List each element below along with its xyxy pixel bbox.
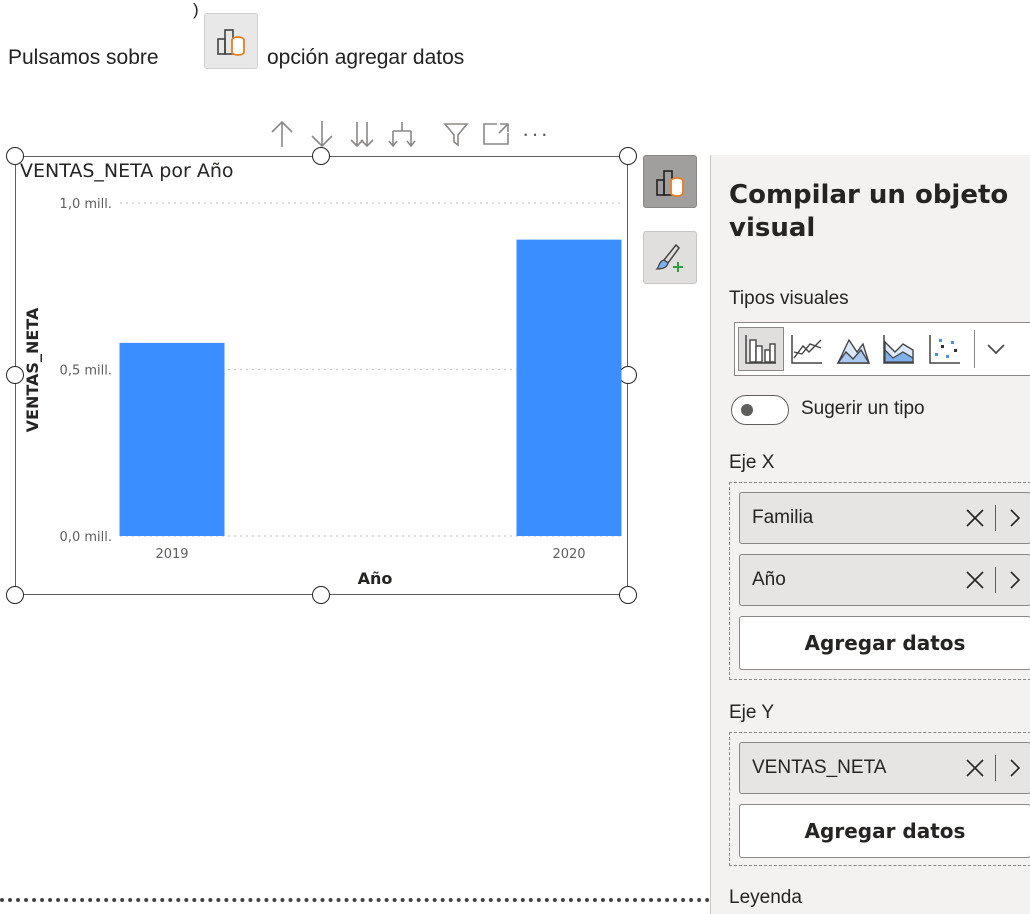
format-visual-icon xyxy=(655,243,683,272)
visual-types-divider xyxy=(974,330,975,368)
field-pill-ano[interactable]: Año xyxy=(739,554,1030,606)
build-visual-icon xyxy=(656,169,684,197)
x-tick-label: 2019 xyxy=(155,547,188,562)
field-pill-familia[interactable]: Familia xyxy=(739,492,1030,544)
visual-types-label: Tipos visuales xyxy=(729,288,849,309)
field-label: VENTAS_NETA xyxy=(752,757,887,778)
visual-types-gallery xyxy=(734,322,1030,376)
instruction-text-after: opción agregar datos xyxy=(267,46,465,69)
area-chart-icon[interactable] xyxy=(830,327,876,371)
expand-field-icon[interactable] xyxy=(1000,758,1030,778)
y-axis-label: Eje Y xyxy=(729,702,775,723)
chart-title: VENTAS_NETA por Año xyxy=(20,160,234,182)
y-tick-label: 0,0 mill. xyxy=(60,530,112,545)
page-divider xyxy=(0,898,710,902)
expand-next-level-icon[interactable] xyxy=(342,117,382,151)
y-tick-label: 0,5 mill. xyxy=(60,364,112,379)
expand-field-icon[interactable] xyxy=(1000,570,1030,590)
line-chart-icon[interactable] xyxy=(784,327,830,371)
field-divider xyxy=(995,755,996,781)
resize-handle-top-middle[interactable] xyxy=(312,147,330,165)
instruction-text-before: Pulsamos sobre xyxy=(8,46,159,69)
field-pill-ventas-neta[interactable]: VENTAS_NETA xyxy=(739,742,1030,794)
resize-handle-top-right[interactable] xyxy=(619,147,637,165)
remove-field-icon[interactable] xyxy=(959,508,991,528)
x-axis-label: Eje X xyxy=(729,452,775,473)
chart-plot: 0,0 mill. 0,5 mill. 1,0 mill. 2019 2020 Año VE… xyxy=(23,197,623,588)
bar xyxy=(516,239,622,536)
field-label: Familia xyxy=(752,507,814,528)
expand-field-icon[interactable] xyxy=(1000,508,1030,528)
instruction-build-visual-button xyxy=(204,13,258,69)
field-label: Año xyxy=(752,569,786,590)
drill-up-icon[interactable] xyxy=(262,117,302,151)
build-visual-icon xyxy=(217,29,245,56)
build-visual-pane: Compilar un objeto visual Tipos visuales xyxy=(710,155,1030,914)
y-axis-title: VENTAS_NETA xyxy=(23,307,42,432)
more-options-icon[interactable]: ··· xyxy=(516,117,556,151)
suggest-type-label: Sugerir un tipo xyxy=(801,398,925,419)
clustered-column-icon[interactable] xyxy=(738,327,784,371)
filter-icon[interactable] xyxy=(436,117,476,151)
y-tick-label: 1,0 mill. xyxy=(60,197,112,212)
pane-title: Compilar un objeto visual xyxy=(729,180,1009,243)
remove-field-icon[interactable] xyxy=(959,570,991,590)
format-visual-button[interactable] xyxy=(643,231,697,284)
suggest-type-toggle[interactable] xyxy=(731,395,789,425)
legend-label: Leyenda xyxy=(729,887,802,908)
focus-mode-icon[interactable] xyxy=(476,117,516,151)
toggle-knob xyxy=(741,404,753,416)
expand-hierarchy-icon[interactable] xyxy=(382,117,422,151)
stacked-area-icon[interactable] xyxy=(876,327,922,371)
expand-visual-types-icon[interactable] xyxy=(981,327,1011,371)
field-divider xyxy=(995,567,996,593)
drill-down-icon[interactable] xyxy=(302,117,342,151)
build-visual-button[interactable] xyxy=(643,155,697,208)
x-axis-well: Familia Año Agregar datos xyxy=(729,482,1030,680)
more-options-dots: ··· xyxy=(522,121,550,146)
add-data-button-y[interactable]: Agregar datos xyxy=(739,804,1030,858)
scatter-chart-icon[interactable] xyxy=(922,327,968,371)
add-data-button-x[interactable]: Agregar datos xyxy=(739,616,1030,670)
x-tick-label: 2020 xyxy=(552,547,585,562)
visual-header-toolbar: ··· xyxy=(262,116,556,152)
remove-field-icon[interactable] xyxy=(959,758,991,778)
y-axis-well: VENTAS_NETA Agregar datos xyxy=(729,732,1030,866)
x-axis-title: Año xyxy=(358,569,393,588)
bar xyxy=(119,342,225,536)
field-divider xyxy=(995,505,996,531)
stray-parenthesis: ) xyxy=(193,0,199,19)
